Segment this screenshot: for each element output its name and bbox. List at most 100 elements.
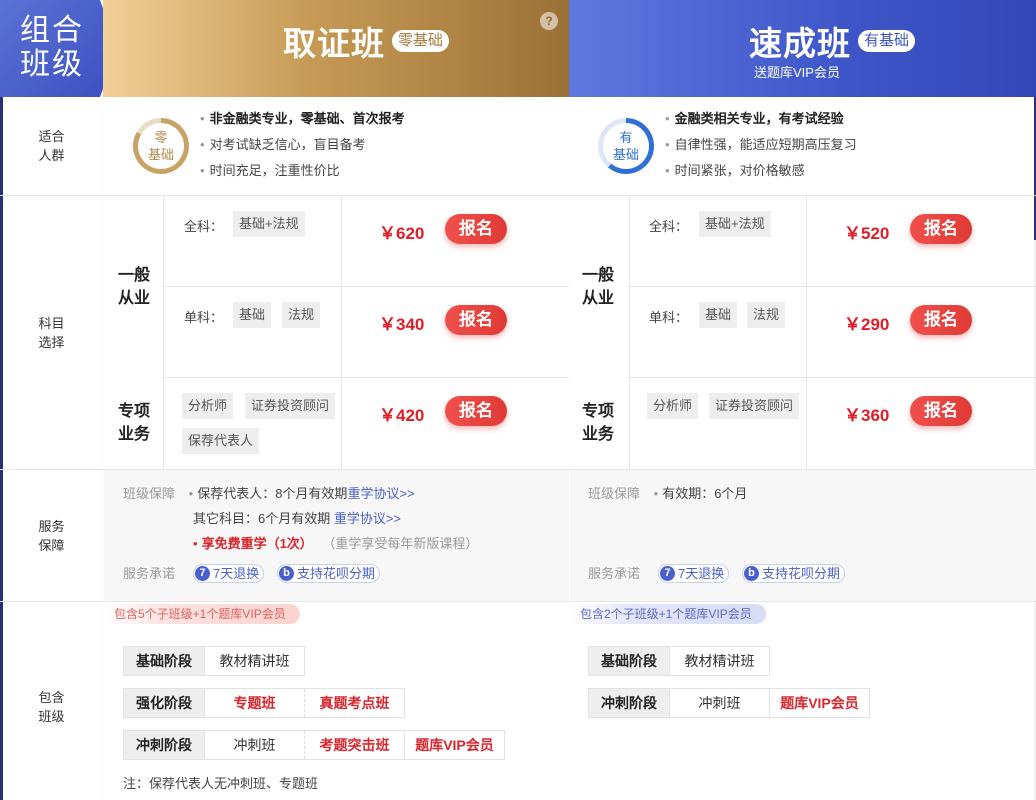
promise-label: 服务承诺 <box>123 566 176 581</box>
row-label-audience: 适合 人群 <box>38 129 65 163</box>
price: ￥290 <box>844 315 890 334</box>
guarantee-highlight: • 享免费重学（1次） （重学享受每年新版课程） <box>193 536 479 551</box>
left-edge-stripe <box>0 0 3 800</box>
enroll-button[interactable]: 报名 <box>910 214 972 244</box>
audience-item: • 时间紧张，对价格敏感 <box>665 163 805 178</box>
guarantee-line: 其它科目：6个月有效期 重学协议>> <box>193 511 402 526</box>
group-general: 一般 从业 <box>117 267 150 307</box>
enroll-button[interactable]: 报名 <box>910 396 972 426</box>
subject-label: 全科： <box>184 219 224 234</box>
subject-chip: 基础+法规 <box>233 211 305 237</box>
subject-chip: 基础+法规 <box>699 211 771 237</box>
level-ring: 有基础 <box>598 118 654 174</box>
plan-tag: 有基础 <box>858 30 916 52</box>
subject-chip: 证券投资顾问 <box>709 393 800 419</box>
price: ￥520 <box>844 224 890 243</box>
row-label-includes: 包含 班级 <box>38 690 65 724</box>
stage-label: 基础阶段 <box>589 647 669 675</box>
subject-chip: 分析师 <box>647 393 699 419</box>
row-divider <box>0 601 1036 602</box>
level-ring-label: 零基础 <box>138 123 184 169</box>
huabei-icon: b <box>744 566 759 581</box>
level-ring: 零基础 <box>133 118 189 174</box>
subject-chip: 法规 <box>747 302 786 328</box>
class-cell: 题库VIP会员 <box>769 689 869 717</box>
corner-header: 组合班级 <box>0 0 118 97</box>
refund-badge: 7 7天退换 <box>658 564 730 583</box>
audience-list: • 金融类相关专业，有考试经验 • 自律性强，能适应短期高压复习 • 时间紧张，对价格… <box>665 106 857 184</box>
subject-chip: 分析师 <box>182 393 234 419</box>
includes-note: 注：保荐代表人无冲刺班、专题班 <box>123 776 319 791</box>
refund-7-icon: 7 <box>660 566 675 581</box>
audience-item: • 对考试缺乏信心，盲目备考 <box>200 137 366 152</box>
stage-label: 冲刺阶段 <box>124 731 204 759</box>
plan-title: 速成班 <box>749 25 851 62</box>
class-cell: 冲刺班 <box>204 731 304 759</box>
guarantee-line: 班级保障 • 有效期：6个月 <box>588 486 748 501</box>
plan-header-fast: 速成班 有基础 送题库VIP会员 <box>569 0 1036 97</box>
col-divider <box>806 195 807 469</box>
help-icon[interactable]: ? <box>540 12 558 30</box>
price: ￥340 <box>379 315 425 334</box>
row-label-subjects: 科目 选择 <box>38 316 65 350</box>
stage-label: 强化阶段 <box>124 689 204 717</box>
level-ring-label: 有基础 <box>603 123 649 169</box>
enroll-button[interactable]: 报名 <box>445 396 507 426</box>
installment-badge: b 支持花呗分期 <box>277 564 381 583</box>
stage-row: 冲刺阶段 冲刺班 考题突击班 题库VIP会员 <box>123 730 505 760</box>
comparison-table: 组合班级 取证班 零基础 ? 速成班 有基础 送题库VIP会员 适合 人群 科目选… <box>0 0 1036 800</box>
subject-chip: 基础 <box>233 302 272 328</box>
group-special: 专项 业务 <box>117 403 150 443</box>
price: ￥420 <box>379 406 425 425</box>
audience-item: • 非金融类专业，零基础、首次报考 <box>200 111 405 126</box>
group-general: 一般 从业 <box>581 267 614 307</box>
enroll-button[interactable]: 报名 <box>445 305 507 335</box>
stage-row: 强化阶段 专题班 真题考点班 <box>123 688 405 718</box>
relearn-agreement-link[interactable]: 重学协议>> <box>347 486 414 501</box>
subject-chip: 证券投资顾问 <box>245 393 336 419</box>
installment-badge: b 支持花呗分期 <box>742 564 846 583</box>
class-cell: 考题突击班 <box>304 731 404 759</box>
includes-bar: 包含2个子班级+1个题库VIP会员 <box>570 604 766 624</box>
class-cell: 教材精讲班 <box>204 647 304 675</box>
col-divider <box>629 195 630 469</box>
col-divider <box>163 195 164 469</box>
price: ￥360 <box>844 406 890 425</box>
class-cell: 冲刺班 <box>669 689 769 717</box>
refund-7-icon: 7 <box>195 566 210 581</box>
class-cell: 题库VIP会员 <box>404 731 504 759</box>
plan-title: 取证班 <box>283 25 385 62</box>
audience-item: • 自律性强，能适应短期高压复习 <box>665 137 857 152</box>
stage-label: 冲刺阶段 <box>589 689 669 717</box>
relearn-agreement-link[interactable]: 重学协议>> <box>334 511 401 526</box>
plan-tag: 零基础 <box>392 30 450 52</box>
col-divider <box>341 195 342 469</box>
plan-subtitle: 送题库VIP会员 <box>754 65 840 80</box>
audience-item: • 金融类相关专业，有考试经验 <box>665 111 844 126</box>
subject-label: 全科： <box>649 219 689 234</box>
enroll-button[interactable]: 报名 <box>910 305 972 335</box>
promise-label: 服务承诺 <box>588 566 641 581</box>
enroll-button[interactable]: 报名 <box>445 214 507 244</box>
audience-item: • 时间充足，注重性价比 <box>200 163 340 178</box>
refund-badge: 7 7天退换 <box>193 564 265 583</box>
class-cell: 教材精讲班 <box>669 647 769 675</box>
plan-header-certificate: 取证班 零基础 ? <box>103 0 569 97</box>
class-cell: 专题班 <box>204 689 304 717</box>
row-divider <box>629 377 1036 378</box>
audience-list: • 非金融类专业，零基础、首次报考 • 对考试缺乏信心，盲目备考 • 时间充足，注重性… <box>200 106 405 184</box>
guarantee-line: 班级保障 • 保荐代表人：8个月有效期重学协议>> <box>123 486 415 501</box>
subject-chip: 保荐代表人 <box>182 428 260 454</box>
subject-chip: 法规 <box>282 302 321 328</box>
huabei-icon: b <box>279 566 294 581</box>
subject-label: 单科： <box>649 310 689 325</box>
includes-bar: 包含5个子班级+1个题库VIP会员 <box>104 604 300 624</box>
row-divider <box>163 377 569 378</box>
stage-label: 基础阶段 <box>124 647 204 675</box>
class-cell: 真题考点班 <box>304 689 404 717</box>
corner-label: 组合班级 <box>20 14 84 81</box>
subject-label: 单科： <box>184 310 224 325</box>
row-label-column <box>0 0 103 800</box>
row-divider <box>0 195 1036 196</box>
stage-row: 冲刺阶段 冲刺班 题库VIP会员 <box>588 688 870 718</box>
